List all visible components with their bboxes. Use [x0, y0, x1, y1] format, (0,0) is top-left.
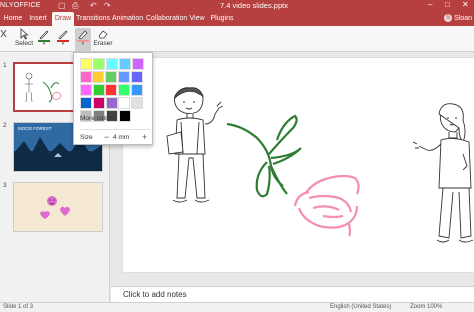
color-swatch[interactable]: [118, 71, 130, 83]
size-increase-button[interactable]: +: [142, 132, 147, 142]
slide-counter: Slide 1 of 3: [3, 304, 34, 310]
pen-green-button[interactable]: ▾: [37, 28, 51, 47]
color-swatch[interactable]: [105, 84, 117, 96]
ribbon-tabs: Home Insert Draw Transitions Animation C…: [0, 12, 474, 26]
color-swatch[interactable]: [93, 84, 105, 96]
highlighter-icon: [78, 30, 88, 40]
slide-number: 3: [3, 182, 7, 189]
size-control: Size − 4 mm +: [80, 129, 150, 142]
color-swatch[interactable]: [119, 58, 131, 70]
slide-canvas[interactable]: [123, 58, 474, 272]
notes-area[interactable]: Click to add notes: [111, 286, 474, 302]
chevron-down-icon[interactable]: ▾: [56, 42, 70, 47]
tab-transitions[interactable]: Transitions: [76, 12, 110, 26]
status-bar: Slide 1 of 3 English (United States) Zoo…: [0, 302, 474, 312]
user-name: Sloan: [454, 15, 472, 22]
tab-insert[interactable]: Insert: [27, 12, 49, 26]
chevron-down-icon[interactable]: ▾: [75, 42, 91, 47]
cut-icon[interactable]: [0, 28, 8, 40]
avatar: S: [444, 14, 453, 23]
color-swatch[interactable]: [80, 58, 92, 70]
slide-number: 1: [3, 62, 7, 69]
pointer-icon: [20, 28, 29, 40]
title-bar: NLYOFFICE ▢ ⎙ ↶ ↷ 7.4 video slides.pptx …: [0, 0, 474, 12]
notes-placeholder: Click to add notes: [123, 290, 187, 299]
slide-canvas-area: [111, 52, 474, 286]
color-swatch[interactable]: [118, 97, 130, 109]
user-menu[interactable]: S Sloan: [444, 12, 472, 26]
color-swatch[interactable]: [119, 110, 131, 122]
more-colors-link[interactable]: More colors: [80, 115, 114, 122]
eraser-button[interactable]: Eraser: [93, 28, 113, 47]
select-button[interactable]: Select: [12, 28, 36, 47]
color-swatch[interactable]: [93, 58, 105, 70]
slide-3-preview: [40, 196, 70, 219]
app-name: NLYOFFICE: [0, 2, 41, 9]
undo-icon[interactable]: ↶: [90, 1, 97, 10]
pen-icon: [39, 30, 49, 40]
close-icon[interactable]: ✕: [462, 0, 469, 9]
slide-2-title: MOOD FOREST: [18, 126, 52, 131]
select-label: Select: [14, 40, 34, 47]
tab-home[interactable]: Home: [2, 12, 24, 26]
size-value: 4 mm: [113, 134, 130, 141]
boy-illustration: [166, 87, 224, 203]
slide-number: 2: [3, 122, 7, 129]
color-swatch[interactable]: [106, 97, 118, 109]
chevron-down-icon[interactable]: ▾: [37, 42, 51, 47]
color-swatch[interactable]: [118, 84, 130, 96]
color-swatch[interactable]: [105, 71, 117, 83]
tab-collaboration[interactable]: Collaboration: [146, 12, 187, 26]
color-swatch[interactable]: [80, 84, 92, 96]
stem-drawing: [226, 114, 302, 198]
highlighter-button[interactable]: ▾: [75, 28, 91, 52]
print-icon[interactable]: ⎙: [72, 1, 78, 11]
size-label: Size: [80, 134, 93, 141]
color-swatch[interactable]: [131, 71, 143, 83]
color-swatch[interactable]: [106, 58, 118, 70]
color-swatch[interactable]: [131, 97, 143, 109]
pen-icon: [58, 30, 68, 40]
draw-toolbar: Select ▾ ▾ ▾ Eraser: [0, 26, 474, 52]
document-title: 7.4 video slides.pptx: [220, 1, 288, 10]
pen-red-button[interactable]: ▾: [56, 28, 70, 47]
language-indicator[interactable]: English (United States): [330, 304, 391, 310]
slide-thumbnail-3[interactable]: [13, 182, 103, 232]
tab-animation[interactable]: Animation: [112, 12, 143, 26]
color-picker-popup: More colors Size − 4 mm +: [73, 52, 153, 145]
color-swatch-grid: [80, 58, 150, 123]
color-swatch[interactable]: [92, 71, 104, 83]
tab-plugins[interactable]: Plugins: [210, 12, 234, 26]
maximize-icon[interactable]: □: [445, 0, 450, 9]
eraser-label: Eraser: [93, 40, 113, 47]
zoom-indicator[interactable]: Zoom 100%: [410, 304, 442, 310]
flower-drawing: [293, 174, 360, 237]
redo-icon[interactable]: ↷: [104, 1, 111, 10]
color-swatch[interactable]: [80, 97, 92, 109]
color-swatch[interactable]: [131, 84, 143, 96]
tab-view[interactable]: View: [188, 12, 206, 26]
minimize-icon[interactable]: –: [428, 0, 432, 9]
woman-illustration: [412, 103, 474, 243]
eraser-icon: [98, 30, 108, 39]
size-decrease-button[interactable]: −: [104, 132, 109, 142]
tab-draw[interactable]: Draw: [52, 12, 74, 26]
color-swatch[interactable]: [80, 71, 92, 83]
save-icon[interactable]: ▢: [58, 1, 66, 10]
slide-drawing: [166, 87, 474, 243]
color-swatch[interactable]: [132, 58, 144, 70]
color-swatch[interactable]: [93, 97, 105, 109]
